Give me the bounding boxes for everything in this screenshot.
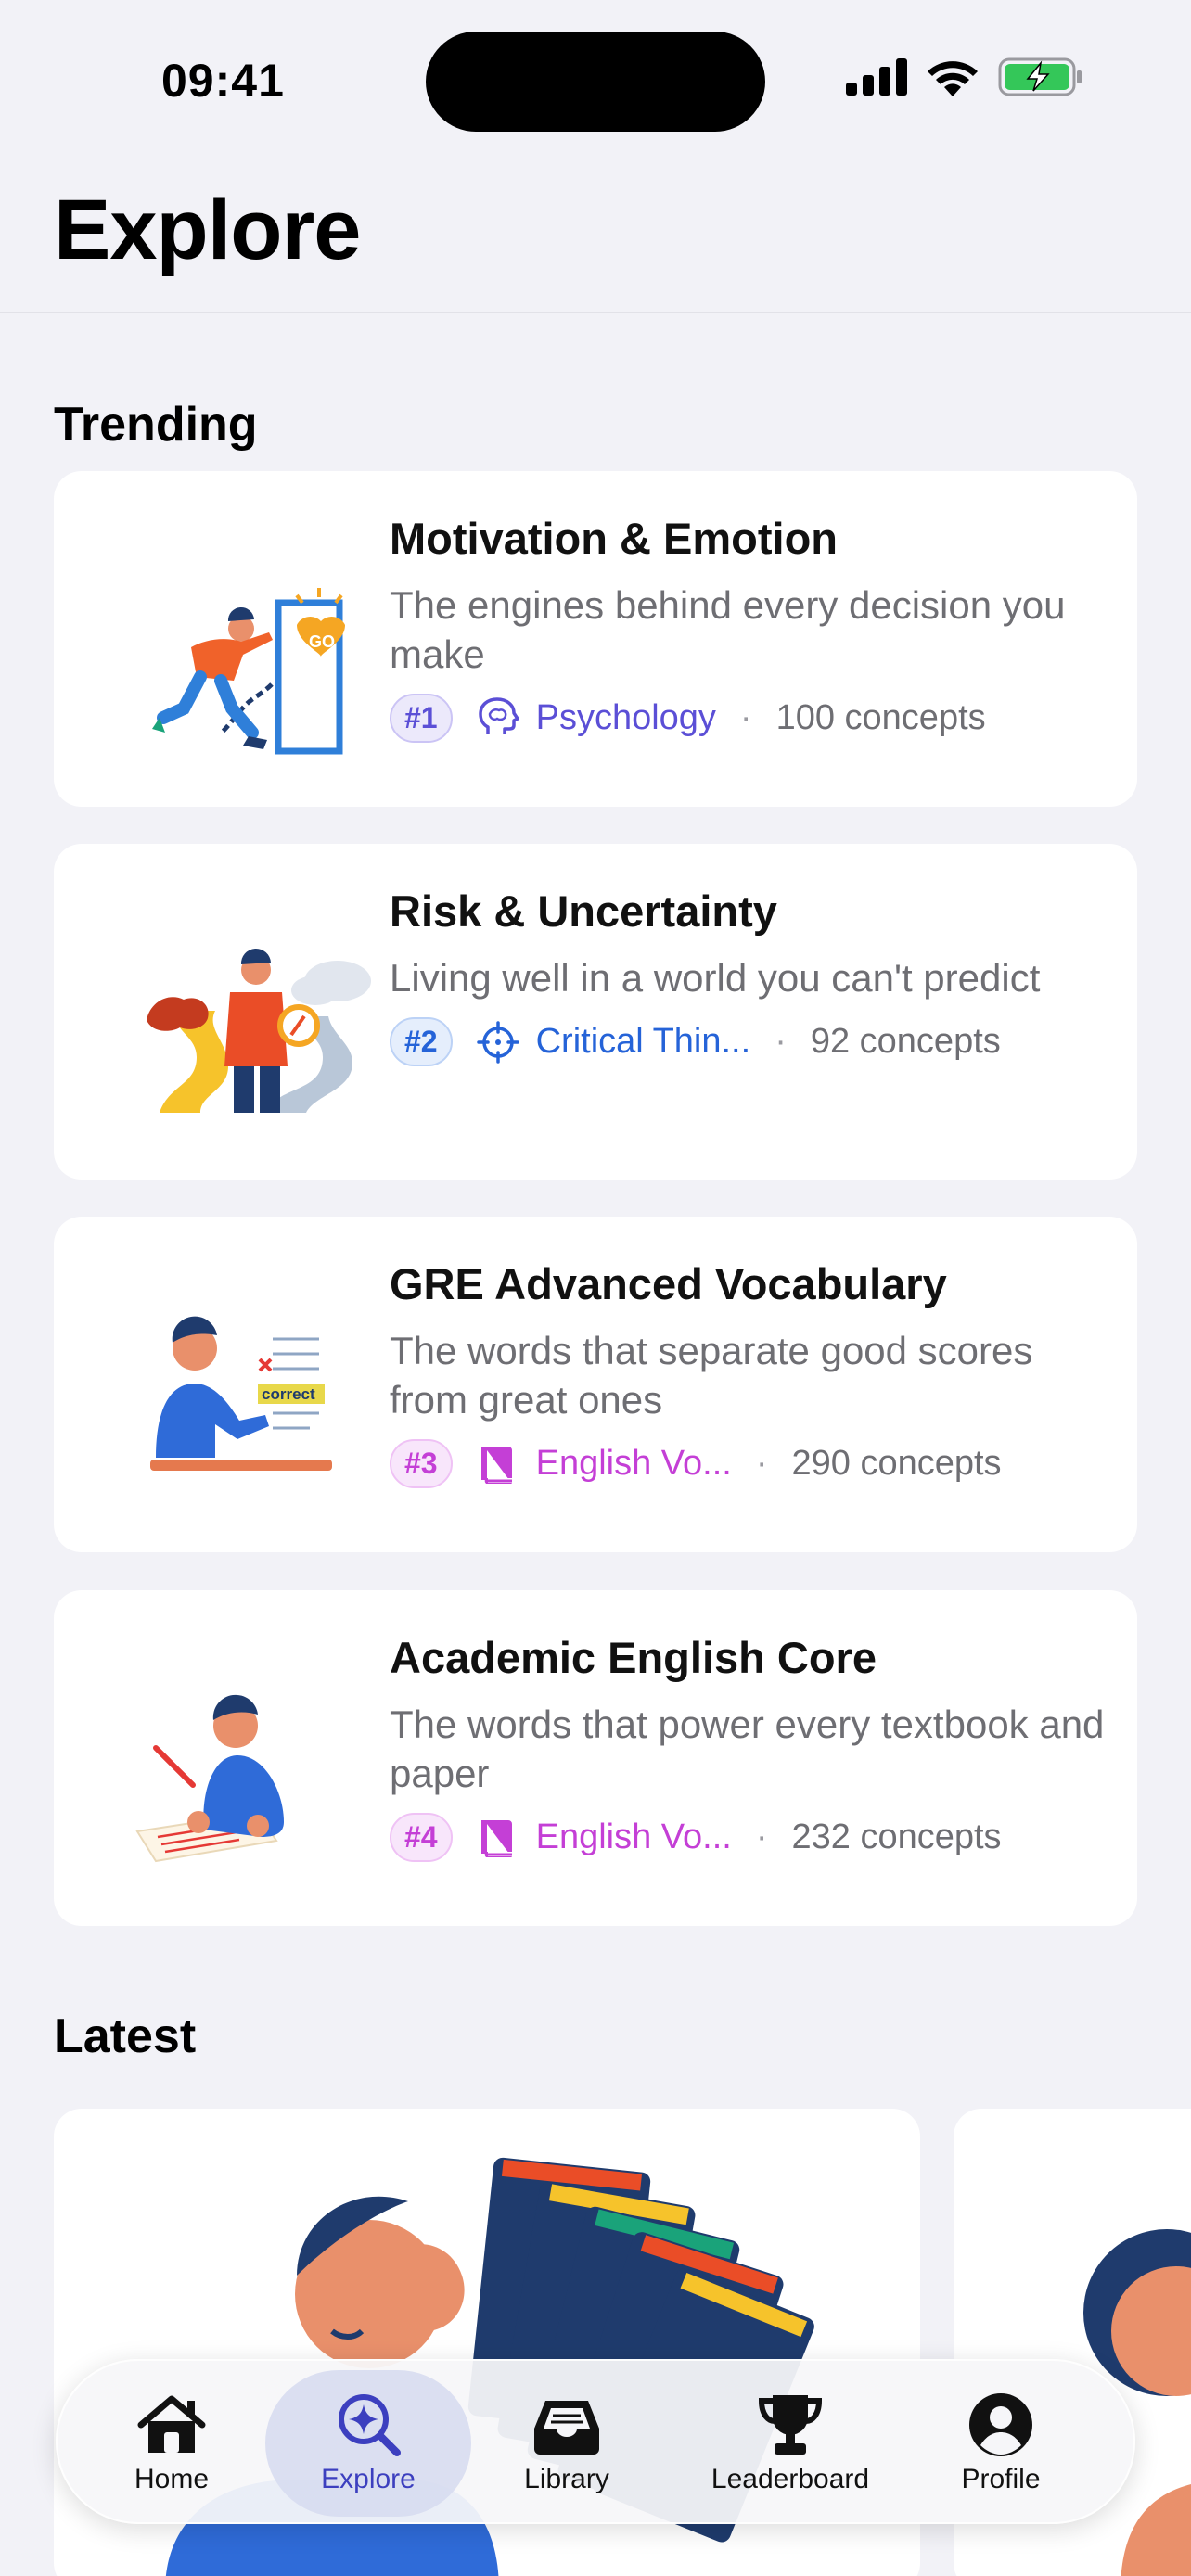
rank-badge: #1 <box>390 694 453 743</box>
person-circle-icon <box>969 2393 1032 2456</box>
status-time: 09:41 <box>161 55 285 107</box>
tab-profile[interactable]: Profile <box>922 2370 1080 2517</box>
card-description: The words that separate good scores from… <box>390 1329 1033 1422</box>
wifi-icon <box>928 61 978 96</box>
card-info: Motivation & Emotion The engines behind … <box>390 510 1113 743</box>
vocabulary-illustration: correct <box>150 1316 332 1471</box>
explore-screen: 09:41 Explore Trending GO Motivation & E… <box>0 0 1191 2576</box>
battery-charging-icon <box>998 57 1082 96</box>
svg-text:GO: GO <box>309 632 335 651</box>
dynamic-island <box>426 32 765 132</box>
category-label: Psychology <box>535 698 716 737</box>
latest-section-title: Latest <box>54 2009 197 2063</box>
concept-count: 232 concepts <box>791 1817 1002 1856</box>
motivation-illustration: GO <box>152 588 345 755</box>
card-meta: #3 English Vo... · 290 concepts <box>390 1439 1113 1488</box>
card-description: The engines behind every decision you ma… <box>390 583 1066 676</box>
sparkle-search-icon <box>339 2394 401 2456</box>
svg-text:correct: correct <box>262 1385 315 1403</box>
trophy-icon <box>758 2395 823 2455</box>
house-icon <box>137 2395 206 2453</box>
concept-count: 290 concepts <box>791 1444 1002 1483</box>
rank-badge: #2 <box>390 1017 453 1066</box>
trending-card[interactable]: Academic English Core The words that pow… <box>54 1590 1137 1926</box>
tab-label: Leaderboard <box>711 2464 870 2494</box>
header-divider <box>0 312 1191 313</box>
category-label: Critical Thin... <box>535 1022 751 1061</box>
card-meta: #2 Critical Thin... · 92 concepts <box>390 1017 1113 1066</box>
card-info: GRE Advanced Vocabulary The words that s… <box>390 1256 1113 1488</box>
trending-card[interactable]: GO Motivation & Emotion The engines behi… <box>54 471 1137 807</box>
tab-label: Library <box>524 2464 609 2494</box>
status-icons <box>846 57 1083 96</box>
card-description: The words that power every textbook and … <box>390 1702 1105 1795</box>
brain-icon <box>478 696 519 734</box>
cellular-signal-icon <box>846 58 907 96</box>
trending-card[interactable]: Risk & Uncertainty Living well in a worl… <box>54 844 1137 1180</box>
card-info: Academic English Core The words that pow… <box>390 1629 1113 1862</box>
meta-separator: · <box>739 698 752 737</box>
tab-leaderboard[interactable]: Leaderboard <box>688 2370 892 2517</box>
category-label: English Vo... <box>535 1444 732 1483</box>
tab-label: Home <box>134 2464 210 2494</box>
rank-badge: #4 <box>390 1813 453 1862</box>
card-meta: #4 English Vo... · 232 concepts <box>390 1813 1113 1862</box>
card-title: Risk & Uncertainty <box>390 886 777 936</box>
risk-illustration <box>147 948 371 1113</box>
meta-separator: · <box>775 1022 787 1061</box>
tab-label: Profile <box>961 2464 1041 2494</box>
tab-bar: Home Explore Library Leaderboard Profile <box>56 2359 1135 2524</box>
page-title: Explore <box>54 183 361 277</box>
book-icon <box>480 1819 512 1857</box>
card-info: Risk & Uncertainty Living well in a worl… <box>390 883 1113 1066</box>
category-label: English Vo... <box>535 1817 732 1856</box>
trending-section-title: Trending <box>54 398 258 452</box>
card-meta: #1 Psychology · 100 concepts <box>390 694 1113 743</box>
card-title: Academic English Core <box>390 1633 877 1682</box>
tab-explore[interactable]: Explore <box>265 2370 471 2517</box>
rank-badge: #3 <box>390 1439 453 1488</box>
trending-card[interactable]: correct GRE Advanced Vocabulary The word… <box>54 1217 1137 1552</box>
card-title: GRE Advanced Vocabulary <box>390 1259 947 1308</box>
academic-english-illustration <box>135 1694 284 1863</box>
tab-home[interactable]: Home <box>93 2370 250 2517</box>
tab-label: Explore <box>321 2464 416 2494</box>
meta-separator: · <box>755 1444 768 1483</box>
book-icon <box>480 1446 512 1484</box>
concept-count: 100 concepts <box>775 698 986 737</box>
concept-count: 92 concepts <box>810 1022 1001 1061</box>
tray-icon <box>534 2401 599 2455</box>
meta-separator: · <box>755 1817 768 1856</box>
card-description: Living well in a world you can't predict <box>390 956 1041 1000</box>
card-title: Motivation & Emotion <box>390 514 839 563</box>
tab-library[interactable]: Library <box>488 2370 646 2517</box>
crosshair-icon <box>476 1020 519 1064</box>
